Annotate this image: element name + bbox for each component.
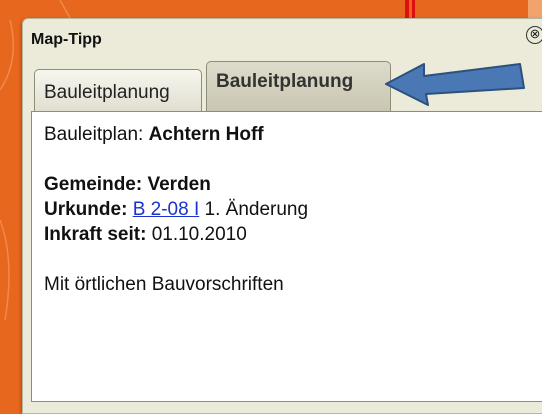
tab-bauleitplanung-2-active[interactable]: Bauleitplanung bbox=[206, 61, 391, 111]
popup-titlebar[interactable]: Map-Tipp ⊗ bbox=[23, 19, 542, 59]
note-text: Mit örtlichen Bauvorschriften bbox=[44, 274, 284, 295]
effective-label: Inkraft seit: bbox=[44, 224, 147, 245]
plan-name: Achtern Hoff bbox=[148, 124, 264, 145]
plan-line: Bauleitplan: Achtern Hoff bbox=[44, 122, 532, 147]
popup-title: Map-Tipp bbox=[31, 31, 102, 48]
municipality-label: Gemeinde: bbox=[44, 174, 143, 195]
tab-bauleitplanung-1[interactable]: Bauleitplanung bbox=[34, 69, 202, 111]
close-icon[interactable]: ⊗ bbox=[526, 26, 542, 44]
document-suffix: 1. Änderung bbox=[204, 199, 309, 220]
effective-line: Inkraft seit: 01.10.2010 bbox=[44, 222, 532, 247]
municipality-line: Gemeinde: Verden bbox=[44, 172, 532, 197]
document-line: Urkunde: B 2-08 I 1. Änderung bbox=[44, 197, 532, 222]
plan-label: Bauleitplan: bbox=[44, 124, 144, 145]
tab-content-panel: Bauleitplan: Achtern Hoff Gemeinde: Verd… bbox=[31, 111, 542, 402]
document-link[interactable]: B 2-08 I bbox=[133, 199, 200, 220]
municipality-value: Verden bbox=[147, 174, 211, 195]
effective-date: 01.10.2010 bbox=[151, 224, 247, 245]
annotation-arrow-icon bbox=[385, 63, 525, 106]
document-label: Urkunde: bbox=[44, 199, 128, 220]
